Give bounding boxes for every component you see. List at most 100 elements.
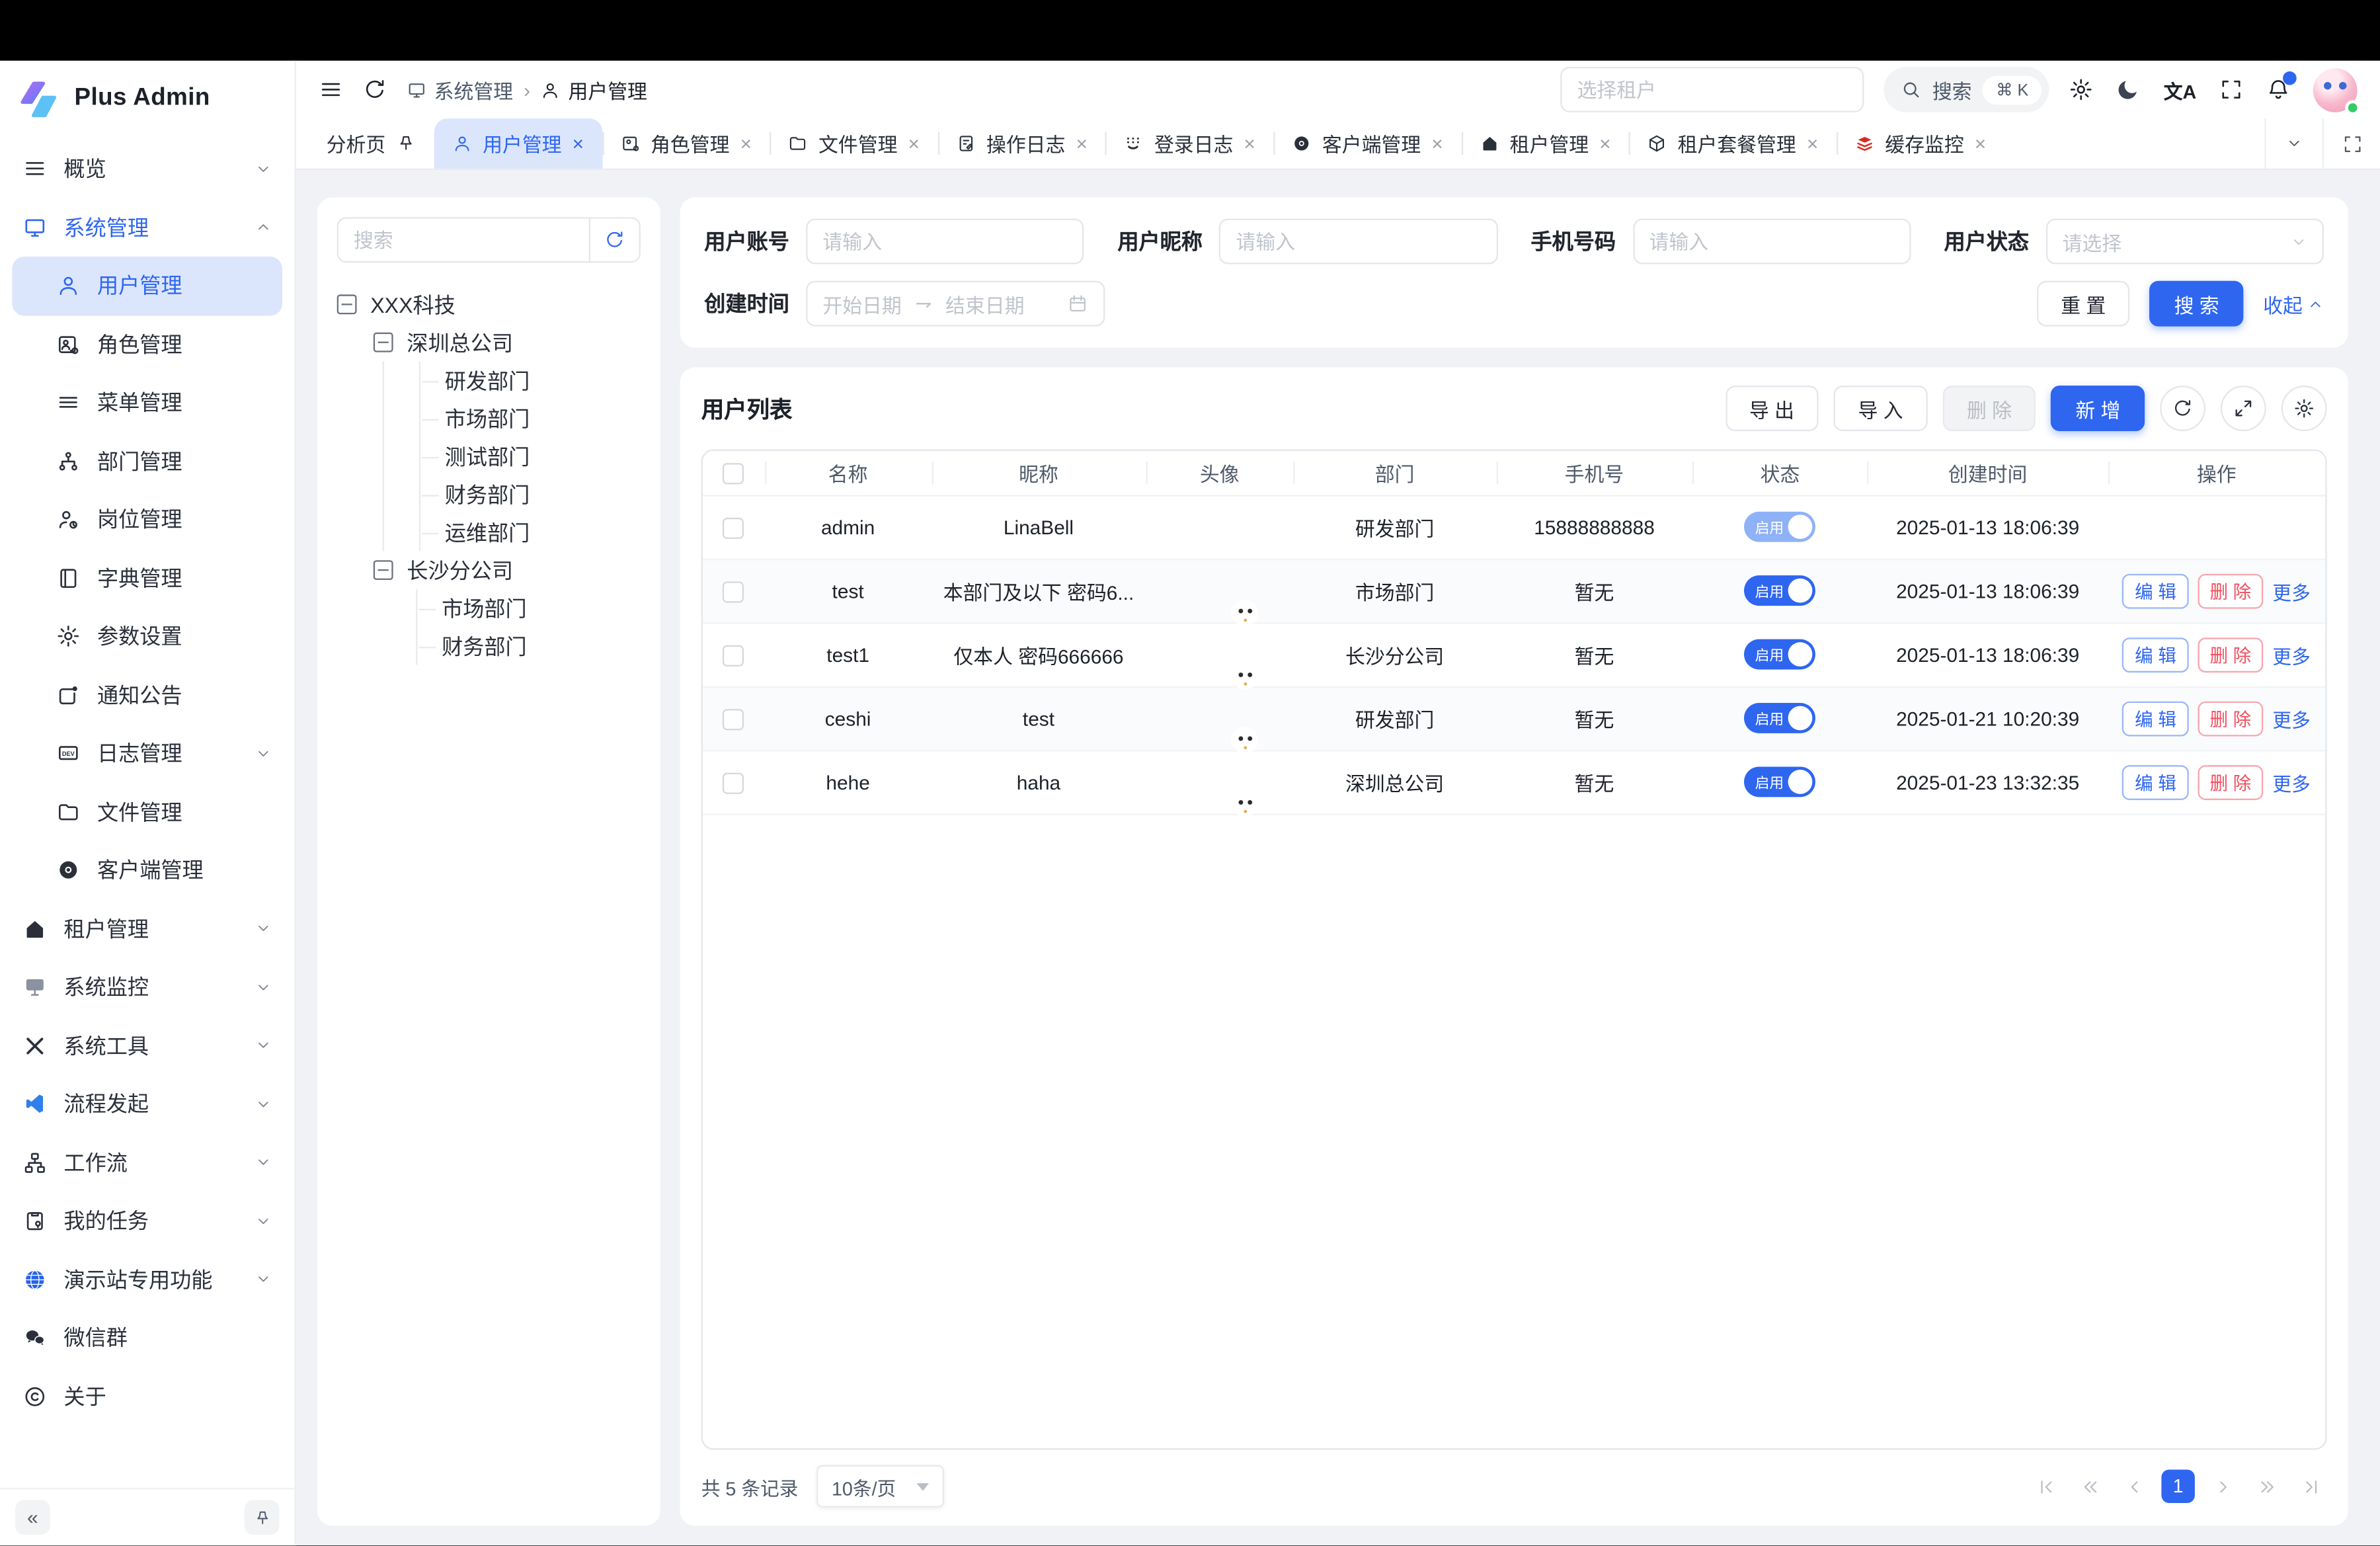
sidebar-item-user-mgmt[interactable]: 用户管理 [12, 257, 282, 315]
tab-cache-monitor[interactable]: 缓存监控 × [1837, 118, 2004, 169]
export-button[interactable]: 导 出 [1725, 386, 1818, 431]
status-toggle[interactable]: 启用 [1745, 639, 1816, 670]
more-button[interactable]: 更多 [2272, 768, 2310, 797]
close-icon[interactable]: × [1599, 134, 1610, 153]
account-input[interactable] [806, 219, 1084, 264]
breadcrumb-item-current[interactable]: 用户管理 [541, 75, 647, 104]
close-icon[interactable]: × [1076, 134, 1087, 153]
select-all-checkbox[interactable] [723, 463, 744, 484]
jump-back-button[interactable] [2073, 1469, 2107, 1503]
sidebar-item-notice[interactable]: 通知公告 [0, 666, 294, 724]
close-icon[interactable]: × [1975, 134, 1986, 153]
tab-tenant-mgmt[interactable]: 租户管理 × [1461, 118, 1629, 169]
edit-button[interactable]: 编 辑 [2123, 637, 2189, 672]
global-search[interactable]: 搜索 ⌘ K [1884, 67, 2049, 112]
tab-login-log[interactable]: 登录日志 × [1105, 118, 1273, 169]
next-page-button[interactable] [2205, 1469, 2239, 1503]
hamburger-menu-button[interactable] [319, 77, 343, 102]
prev-page-button[interactable] [2118, 1469, 2151, 1503]
tree-search-input[interactable] [338, 229, 589, 251]
sidebar-item-client-mgmt[interactable]: 客户端管理 [0, 841, 294, 899]
fullscreen-button[interactable] [2219, 77, 2244, 102]
user-avatar[interactable] [2313, 67, 2358, 112]
date-range-picker[interactable]: 开始日期 ⇁ 结束日期 [806, 281, 1105, 327]
delete-button[interactable]: 删 除 [1942, 386, 2036, 431]
status-toggle[interactable]: 启用 [1745, 703, 1816, 733]
delete-row-button[interactable]: 删 除 [2198, 637, 2264, 672]
import-button[interactable]: 导 入 [1834, 386, 1927, 431]
sidebar-item-file-mgmt[interactable]: 文件管理 [0, 783, 294, 841]
sidebar-item-system[interactable]: 系统管理 [0, 198, 294, 257]
phone-input[interactable] [1632, 219, 1911, 264]
sidebar-item-system-tools[interactable]: 系统工具 [0, 1016, 294, 1075]
notifications-button[interactable] [2266, 77, 2291, 102]
tree-collapse-icon[interactable] [337, 294, 357, 314]
brand-logo[interactable]: Plus Admin [0, 61, 294, 137]
dark-mode-button[interactable] [2117, 77, 2141, 102]
tree-leaf[interactable]: 运维部门 [445, 513, 641, 551]
sidebar-item-post-mgmt[interactable]: 岗位管理 [0, 491, 294, 549]
tab-client-mgmt[interactable]: 客户端管理 × [1273, 118, 1461, 169]
close-icon[interactable]: × [1431, 134, 1443, 153]
tree-leaf[interactable]: 财务部门 [442, 627, 641, 665]
search-button[interactable]: 搜 索 [2150, 281, 2243, 327]
sidebar-item-role-mgmt[interactable]: 角色管理 [0, 315, 294, 373]
sidebar-item-overview[interactable]: 概览 [0, 140, 294, 198]
sidebar-item-dict-mgmt[interactable]: 字典管理 [0, 549, 294, 607]
more-button[interactable]: 更多 [2272, 704, 2310, 733]
tree-collapse-icon[interactable] [374, 333, 393, 352]
tab-user-mgmt[interactable]: 用户管理 × [434, 118, 602, 169]
tabs-dropdown-button[interactable] [2265, 118, 2322, 169]
breadcrumb-item-system[interactable]: 系统管理 [407, 75, 513, 104]
sidebar-item-system-monitor[interactable]: 系统监控 [0, 958, 294, 1016]
tree-leaf[interactable]: 测试部门 [445, 437, 641, 475]
tree-leaf[interactable]: 研发部门 [445, 361, 641, 399]
tab-file-mgmt[interactable]: 文件管理 × [770, 118, 938, 169]
status-toggle[interactable]: 启用 [1745, 766, 1816, 797]
language-button[interactable]: 文A [2164, 75, 2196, 104]
edit-button[interactable]: 编 辑 [2123, 701, 2189, 736]
tree-refresh-button[interactable] [589, 219, 639, 261]
tree-node-branch[interactable]: 长沙分公司 [374, 551, 641, 589]
sidebar-item-process-start[interactable]: 流程发起 [0, 1075, 294, 1133]
tab-op-log[interactable]: 操作日志 × [938, 118, 1106, 169]
refresh-page-button[interactable] [363, 77, 387, 102]
status-toggle[interactable]: 启用 [1745, 512, 1816, 542]
row-checkbox[interactable] [723, 772, 744, 793]
sidebar-collapse-button[interactable]: « [15, 1500, 50, 1535]
sidebar-item-my-tasks[interactable]: 我的任务 [0, 1192, 294, 1250]
close-icon[interactable]: × [1244, 134, 1255, 153]
delete-row-button[interactable]: 删 除 [2198, 573, 2264, 608]
tree-leaf[interactable]: 财务部门 [445, 475, 641, 513]
close-icon[interactable]: × [1807, 134, 1818, 153]
close-icon[interactable]: × [573, 134, 584, 153]
more-button[interactable]: 更多 [2272, 576, 2310, 605]
page-number-current[interactable]: 1 [2161, 1469, 2195, 1503]
settings-button[interactable] [2069, 77, 2094, 102]
sidebar-item-param-settings[interactable]: 参数设置 [0, 607, 294, 665]
reset-button[interactable]: 重 置 [2037, 281, 2130, 327]
first-page-button[interactable] [2030, 1469, 2063, 1503]
delete-row-button[interactable]: 删 除 [2198, 701, 2264, 736]
sidebar-item-workflow[interactable]: 工作流 [0, 1133, 294, 1192]
status-toggle[interactable]: 启用 [1745, 575, 1816, 606]
tab-role-mgmt[interactable]: 角色管理 × [602, 118, 770, 169]
sidebar-item-menu-mgmt[interactable]: 菜单管理 [0, 374, 294, 432]
status-select[interactable]: 请选择 [2045, 219, 2324, 264]
delete-row-button[interactable]: 删 除 [2198, 764, 2264, 799]
nickname-input[interactable] [1219, 219, 1497, 264]
add-button[interactable]: 新 增 [2051, 386, 2145, 431]
tree-collapse-icon[interactable] [374, 560, 393, 580]
table-refresh-button[interactable] [2160, 386, 2205, 431]
row-checkbox[interactable] [723, 645, 744, 666]
tenant-select-input[interactable] [1560, 67, 1864, 112]
sidebar-pin-button[interactable] [245, 1500, 280, 1535]
sidebar-item-tenant-mgmt[interactable]: 租户管理 [0, 899, 294, 957]
more-button[interactable]: 更多 [2272, 640, 2310, 669]
content-fullscreen-button[interactable] [2322, 118, 2380, 169]
edit-button[interactable]: 编 辑 [2123, 573, 2189, 608]
row-checkbox[interactable] [723, 517, 744, 538]
tree-leaf[interactable]: 市场部门 [445, 399, 641, 437]
sidebar-item-wechat-group[interactable]: 微信群 [0, 1309, 294, 1367]
tree-leaf[interactable]: 市场部门 [442, 589, 641, 627]
